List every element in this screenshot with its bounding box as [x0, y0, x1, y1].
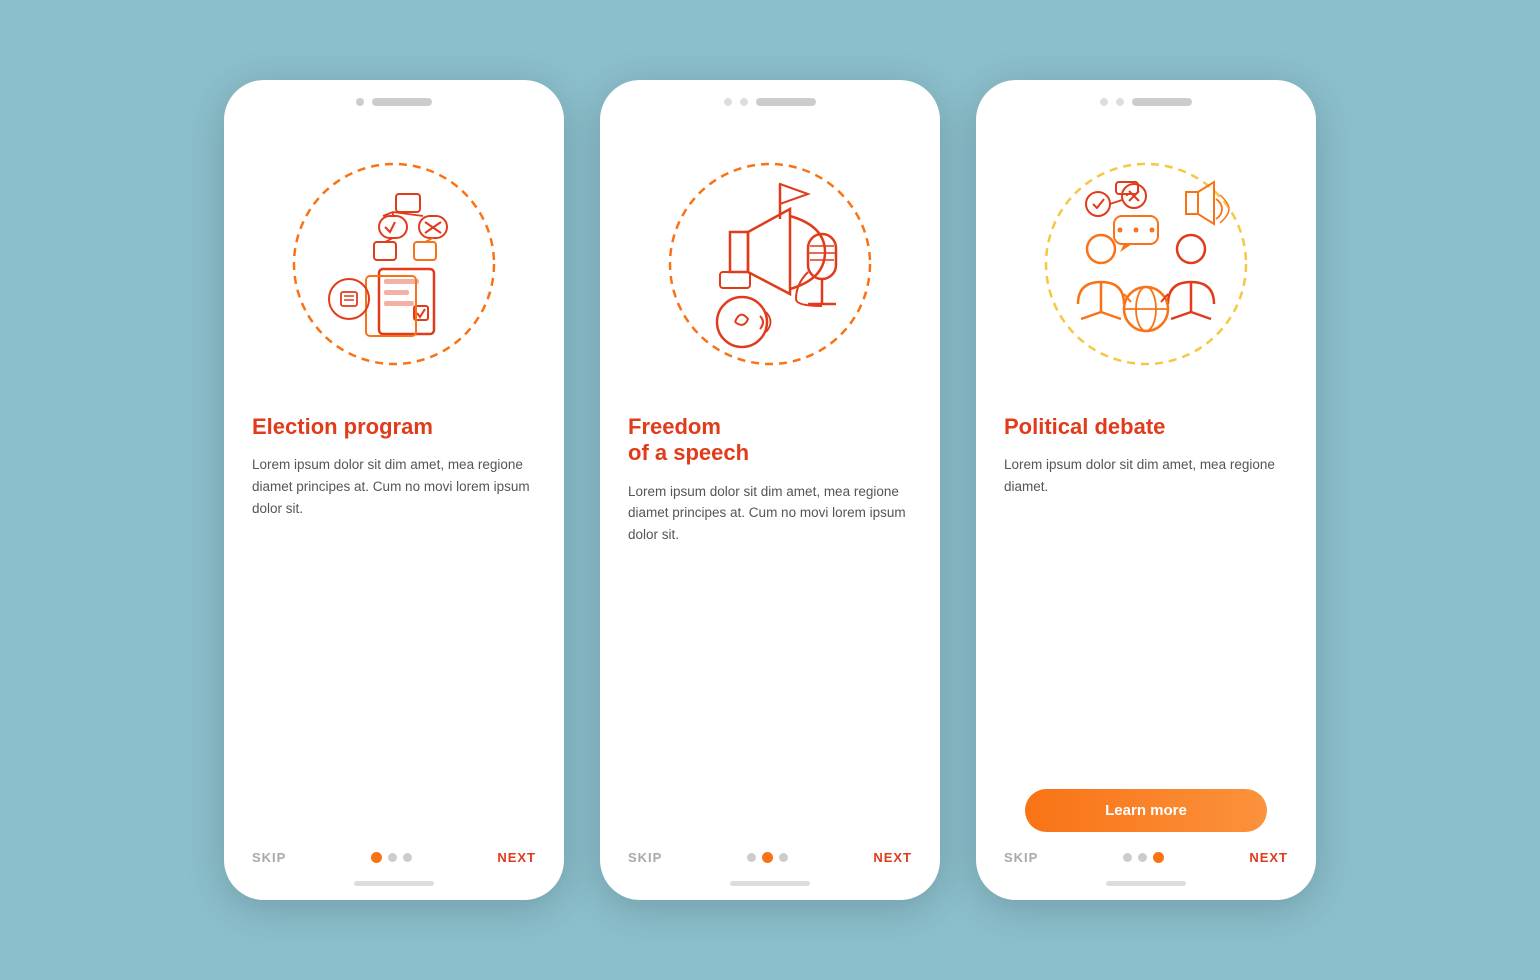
dot-2-active	[762, 852, 773, 863]
phone-top-bar-3	[976, 80, 1316, 114]
phone-bottom-2: SKIP NEXT	[600, 836, 940, 875]
dot-2	[388, 853, 397, 862]
phone-body-1: Lorem ipsum dolor sit dim amet, mea regi…	[252, 454, 536, 836]
phone-top-bar-2	[600, 80, 940, 114]
next-button-1[interactable]: NEXT	[497, 850, 536, 865]
phone-content-3: Political debate Lorem ipsum dolor sit d…	[976, 404, 1316, 836]
election-svg	[284, 154, 504, 374]
camera-dot-4	[1100, 98, 1108, 106]
next-button-3[interactable]: NEXT	[1249, 850, 1288, 865]
phone-bottom-3: SKIP NEXT	[976, 836, 1316, 875]
phone-freedom-of-speech: Freedom of a speech Lorem ipsum dolor si…	[600, 80, 940, 900]
speaker-pill-2	[756, 98, 816, 106]
dot-3-active	[1153, 852, 1164, 863]
page-dots-3	[1123, 852, 1164, 863]
illustration-election	[264, 124, 524, 404]
phone-title-2: Freedom of a speech	[628, 414, 912, 467]
skip-button-1[interactable]: SKIP	[252, 850, 286, 865]
phone-election-program: Election program Lorem ipsum dolor sit d…	[224, 80, 564, 900]
illustration-debate	[1016, 124, 1276, 404]
page-dots-1	[371, 852, 412, 863]
phone-title-1: Election program	[252, 414, 536, 440]
speaker-pill-3	[1132, 98, 1192, 106]
debate-svg	[1036, 154, 1256, 374]
dot-2	[1138, 853, 1147, 862]
camera-dot-2	[724, 98, 732, 106]
phone-content-1: Election program Lorem ipsum dolor sit d…	[224, 404, 564, 836]
camera-dot-3	[740, 98, 748, 106]
speech-svg	[660, 154, 880, 374]
home-bar-3	[1106, 881, 1186, 886]
dot-1	[747, 853, 756, 862]
dot-1	[1123, 853, 1132, 862]
skip-button-3[interactable]: SKIP	[1004, 850, 1038, 865]
illustration-speech	[640, 124, 900, 404]
phone-body-3: Lorem ipsum dolor sit dim amet, mea regi…	[1004, 454, 1288, 771]
home-bar-1	[354, 881, 434, 886]
phone-body-2: Lorem ipsum dolor sit dim amet, mea regi…	[628, 481, 912, 836]
dot-3	[403, 853, 412, 862]
dot-1-active	[371, 852, 382, 863]
dot-3	[779, 853, 788, 862]
next-button-2[interactable]: NEXT	[873, 850, 912, 865]
phone-political-debate: Political debate Lorem ipsum dolor sit d…	[976, 80, 1316, 900]
speaker-pill	[372, 98, 432, 106]
page-dots-2	[747, 852, 788, 863]
camera-dot-5	[1116, 98, 1124, 106]
phone-bottom-1: SKIP NEXT	[224, 836, 564, 875]
home-bar-2	[730, 881, 810, 886]
phone-top-bar-1	[224, 80, 564, 114]
phone-title-3: Political debate	[1004, 414, 1288, 440]
skip-button-2[interactable]: SKIP	[628, 850, 662, 865]
learn-more-button[interactable]: Learn more	[1025, 789, 1266, 832]
camera-dot	[356, 98, 364, 106]
phones-container: Election program Lorem ipsum dolor sit d…	[224, 80, 1316, 900]
phone-content-2: Freedom of a speech Lorem ipsum dolor si…	[600, 404, 940, 836]
